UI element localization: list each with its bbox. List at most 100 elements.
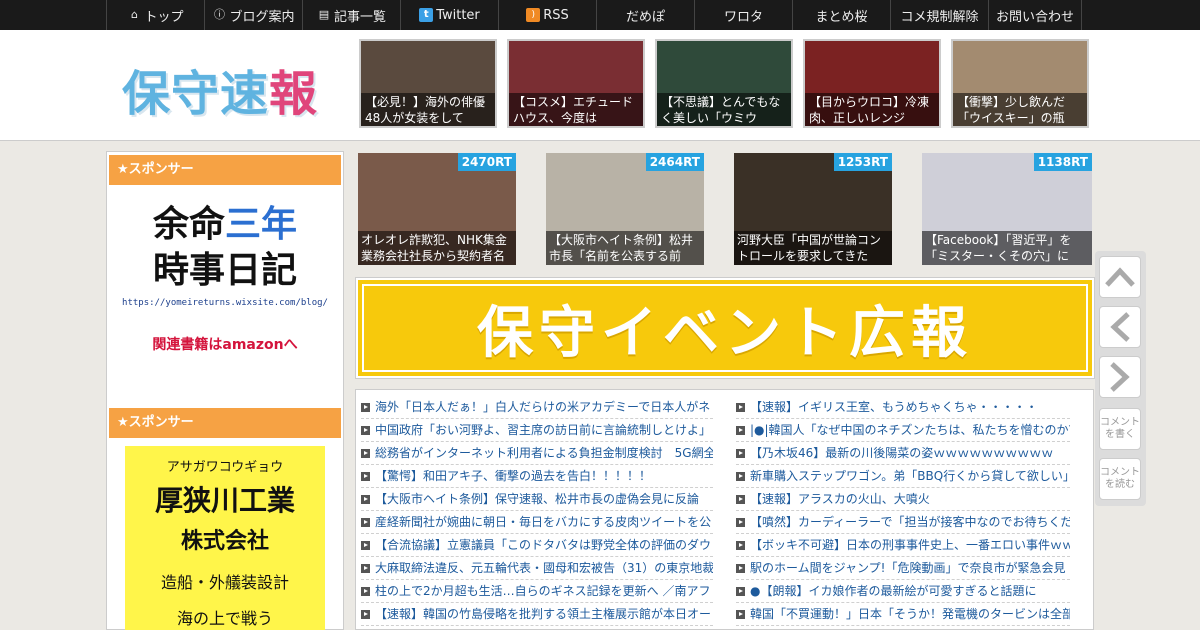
forward-button[interactable]: [1099, 356, 1141, 398]
button-label: を書く: [1105, 429, 1135, 440]
article-link[interactable]: 駅のホーム間をジャンプ!「危険動画」で奈良市が緊急会見: [736, 557, 1070, 580]
sponsor-ad-asagawa[interactable]: アサガワコウギョウ 厚狭川工業 株式会社 造船・外艤装設計 海の上で戦う: [125, 446, 325, 630]
bullet-arrow-icon: [361, 541, 370, 550]
article-link[interactable]: 新車購入ステップワゴン。弟「BBQ行くから貸して欲しい」俺: [736, 465, 1070, 488]
article-title: 【噴然】カーディーラーで「担当が接客中なのでお待ちくださ: [750, 515, 1070, 529]
article-link[interactable]: 韓国「不買運動！」日本「そうか！発電機のタービンは全部日: [736, 603, 1070, 626]
header-thumbnail[interactable]: 【コスメ】エチュードハウス、今度は: [507, 39, 645, 128]
write-comment-button[interactable]: コメント を書く: [1099, 408, 1141, 450]
ad-headline-2: 時事日記: [152, 250, 297, 291]
forward-arrow-icon: [1110, 362, 1130, 392]
article-link[interactable]: 【ボッキ不可避】日本の刑事事件史上、一番エロい事件ｗｗｗｗ: [736, 534, 1070, 557]
article-title: 【合流協議】立憲議員「このドタバタは野党全体の評価のダウ: [375, 538, 712, 552]
sidebar: ★スポンサー 余命三年 時事日記 https://yomeireturns.wi…: [106, 151, 344, 630]
article-title: 総務省がインターネット利用者による負担金制度検討 5G網全: [375, 446, 713, 460]
nav-item-contact[interactable]: お問い合わせ: [988, 0, 1082, 30]
thumbnail-caption: 【コスメ】エチュードハウス、今度は: [509, 93, 643, 126]
banner-frame: 保守イベント広報: [362, 284, 1088, 372]
nav-item-warota[interactable]: ワロタ: [694, 0, 792, 30]
read-comment-button[interactable]: コメント を読む: [1099, 458, 1141, 500]
rt-thumbnail[interactable]: 1138RT 【Facebook】「習近平」を「ミスター・くその穴」に: [922, 153, 1092, 265]
rt-caption: 【大阪市ヘイト条例】松井市長「名前を公表する前: [546, 231, 704, 265]
article-title: 新車購入ステップワゴン。弟「BBQ行くから貸して欲しい」俺: [750, 469, 1070, 483]
article-link[interactable]: 【乃木坂46】最新の川後陽菜の姿ｗｗｗｗｗｗｗｗｗｗ: [736, 442, 1070, 465]
thumbnail-caption: 【不思議】とんでもなく美しい「ウミウ: [657, 93, 791, 126]
header-thumbnail[interactable]: 【不思議】とんでもなく美しい「ウミウ: [655, 39, 793, 128]
rss-icon: ): [526, 8, 541, 22]
nav-label: まとめ桜: [815, 9, 868, 25]
rt-thumbnail[interactable]: 2464RT 【大阪市ヘイト条例】松井市長「名前を公表する前: [546, 153, 704, 265]
article-link[interactable]: 【大阪市ヘイト条例】保守速報、松井市長の虚偽会見に反論: [361, 488, 713, 511]
list-icon: ▤: [318, 8, 330, 21]
logo-text-a: 保守: [122, 66, 221, 122]
header-thumbnail[interactable]: 【衝撃】少し飲んだ「ウイスキー」の瓶: [951, 39, 1089, 128]
article-link[interactable]: 海外「日本人だぁ！」白人だらけの米アカデミーで日本人がネ: [361, 396, 713, 419]
article-title: 【乃木坂46】最新の川後陽菜の姿ｗｗｗｗｗｗｗｗｗｗ: [750, 446, 1054, 460]
article-link[interactable]: 【驚愕】和田アキ子、衝撃の過去を告白！！！！！: [361, 465, 713, 488]
nav-label: RSS: [543, 7, 569, 23]
bullet-arrow-icon: [736, 426, 745, 435]
article-link[interactable]: 中国政府「おい河野よ、習主席の訪日前に言論統制しとけよ」: [361, 419, 713, 442]
article-link[interactable]: ●【朗報】イカ娘作者の最新絵が可愛すぎると話題に: [736, 580, 1070, 603]
thumbnail-caption: 【目からウロコ】冷凍肉、正しいレンジ: [805, 93, 939, 126]
nav-item-top[interactable]: ⌂ トップ: [106, 0, 204, 30]
nav-label: お問い合わせ: [995, 9, 1074, 25]
nav-label: だめぽ: [625, 9, 665, 25]
scroll-top-button[interactable]: [1099, 256, 1141, 298]
rt-thumbnail[interactable]: 2470RT オレオレ詐欺犯、NHK集金業務会社社長から契約者名: [358, 153, 516, 265]
article-title: 産経新聞社が婉曲に朝日・毎日をバカにする皮肉ツイートを公: [375, 515, 712, 529]
article-title: 【驚愕】和田アキ子、衝撃の過去を告白！！！！！: [375, 469, 652, 483]
site-logo[interactable]: 保守速報: [122, 54, 318, 124]
article-link[interactable]: 大麻取締法違反、元五輪代表・國母和宏被告（31）の東京地裁: [361, 557, 713, 580]
header-thumbnail[interactable]: 【目からウロコ】冷凍肉、正しいレンジ: [803, 39, 941, 128]
ad-amazon-link[interactable]: 関連書籍はamazonへ: [119, 334, 331, 354]
bullet-arrow-icon: [361, 472, 370, 481]
article-link[interactable]: 産経新聞社が婉曲に朝日・毎日をバカにする皮肉ツイートを公: [361, 511, 713, 534]
top-navigation: ⌂ トップ ⓘ ブログ案内 ▤ 記事一覧 t Twitter ) RSS だめぽ ワロタ …: [0, 0, 1200, 30]
nav-item-rss[interactable]: ) RSS: [498, 0, 596, 30]
article-link[interactable]: 柱の上で2か月超も生活…自らのギネス記録を更新へ ／南アフ: [361, 580, 713, 603]
nav-label: 記事一覧: [333, 9, 386, 25]
bullet-arrow-icon: [736, 610, 745, 619]
article-link[interactable]: 【噴然】カーディーラーで「担当が接客中なのでお待ちくださ: [736, 511, 1070, 534]
event-banner[interactable]: 保守イベント広報: [355, 277, 1095, 379]
nav-item-twitter[interactable]: t Twitter: [400, 0, 498, 30]
article-title: |●|韓国人「なぜ中国のネチズンたちは、私たちを憎むのか？『: [750, 423, 1070, 437]
button-label: を読む: [1105, 479, 1135, 490]
sponsor-heading: ★スポンサー: [109, 408, 341, 438]
button-label: コメント: [1100, 467, 1140, 478]
bullet-arrow-icon: [736, 403, 745, 412]
nav-item-blog-guide[interactable]: ⓘ ブログ案内: [204, 0, 302, 30]
article-link[interactable]: 【悲報】ジャニーズ、もう終わり・・・・・・・・・・・: [736, 626, 1070, 630]
article-title: 【ボッキ不可避】日本の刑事事件史上、一番エロい事件ｗｗｗｗ: [750, 538, 1070, 552]
article-link[interactable]: |●|韓国人「なぜ中国のネチズンたちは、私たちを憎むのか？『: [736, 419, 1070, 442]
rt-thumbnail[interactable]: 1253RT 河野大臣「中国が世論コントロールを要求してきた: [734, 153, 892, 265]
article-link[interactable]: 【速報】韓国の竹島侵略を批判する領土主権展示館が本日オー: [361, 603, 713, 626]
header-thumbnail[interactable]: 【必見！】海外の俳優48人が女装をして: [359, 39, 497, 128]
rt-caption: オレオレ詐欺犯、NHK集金業務会社社長から契約者名: [358, 231, 516, 265]
back-arrow-icon: [1110, 312, 1130, 342]
bullet-arrow-icon: [736, 587, 745, 596]
nav-item-damepo[interactable]: だめぽ: [596, 0, 694, 30]
bullet-arrow-icon: [361, 426, 370, 435]
article-link[interactable]: 【話題】キムタク主演ドラマ『教場』に出演した人気俳優、似: [361, 626, 713, 630]
info-icon: ⓘ: [213, 8, 225, 21]
article-link[interactable]: 【合流協議】立憲議員「このドタバタは野党全体の評価のダウ: [361, 534, 713, 557]
nav-item-comment-unblock[interactable]: コメ規制解除: [890, 0, 988, 30]
rt-caption: 河野大臣「中国が世論コントロールを要求してきた: [734, 231, 892, 265]
bullet-arrow-icon: [736, 541, 745, 550]
nav-item-article-list[interactable]: ▤ 記事一覧: [302, 0, 400, 30]
rt-caption: 【Facebook】「習近平」を「ミスター・くその穴」に: [922, 231, 1092, 265]
article-link[interactable]: 総務省がインターネット利用者による負担金制度検討 5G網全: [361, 442, 713, 465]
nav-item-matome-sakura[interactable]: まとめ桜: [792, 0, 890, 30]
back-button[interactable]: [1099, 306, 1141, 348]
article-link[interactable]: 【速報】アラスカの火山、大噴火: [736, 488, 1070, 511]
rt-count-badge: 2464RT: [645, 153, 704, 171]
article-title: 韓国「不買運動！」日本「そうか！発電機のタービンは全部日: [750, 607, 1070, 621]
article-link[interactable]: 【速報】イギリス王室、もうめちゃくちゃ・・・・・: [736, 396, 1070, 419]
sponsor-ad-yomei[interactable]: 余命三年 時事日記 https://yomeireturns.wixsite.c…: [119, 202, 331, 382]
article-title: 【速報】韓国の竹島侵略を批判する領土主権展示館が本日オー: [375, 607, 712, 621]
home-icon: ⌂: [130, 8, 138, 21]
bullet-arrow-icon: [361, 610, 370, 619]
logo-text-b: 速: [220, 66, 270, 122]
